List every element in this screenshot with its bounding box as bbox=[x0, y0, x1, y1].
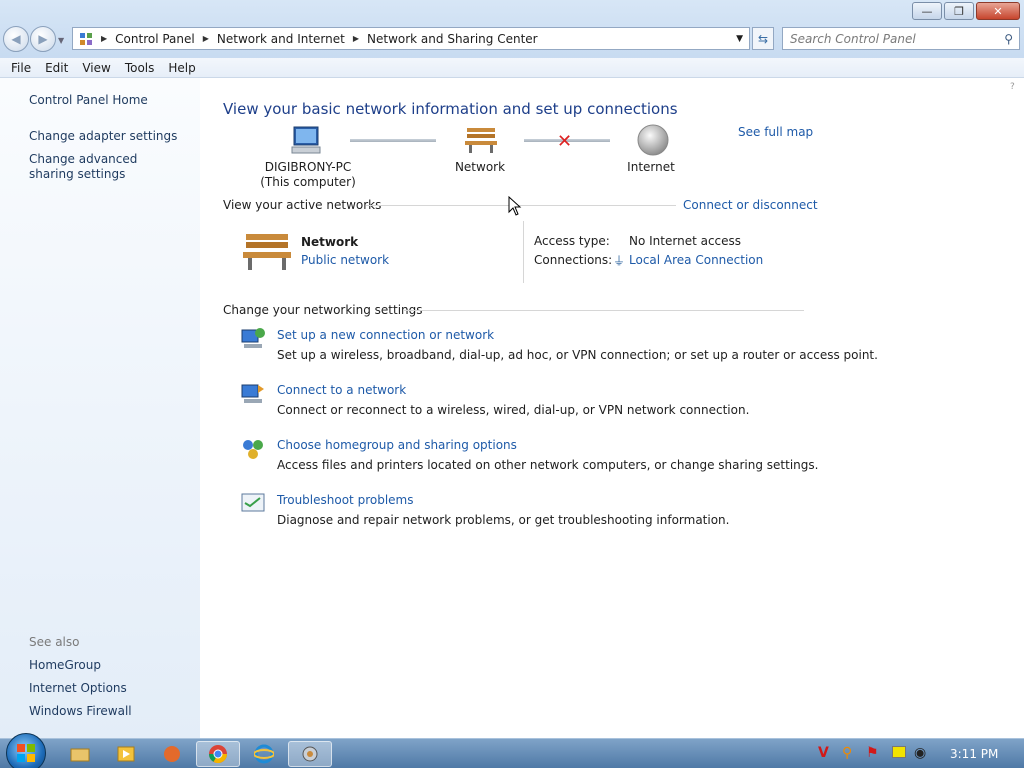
new-connection-icon bbox=[241, 328, 265, 348]
taskbar-app-button[interactable] bbox=[150, 741, 194, 767]
control-panel-icon bbox=[80, 32, 92, 45]
media-player-icon bbox=[117, 746, 135, 762]
taskbar-network-center-button[interactable] bbox=[288, 741, 332, 767]
windows-logo-icon bbox=[17, 744, 35, 762]
navigation-bar: ◀ ▶ ▼ ▶ Control Panel ▶ Network and Inte… bbox=[0, 24, 1024, 54]
no-connection-x-icon[interactable]: ✕ bbox=[557, 131, 572, 152]
back-arrow-icon: ◀ bbox=[11, 32, 21, 46]
window-controls: — ❐ ✕ bbox=[912, 2, 1020, 20]
taskbar-ie-button[interactable] bbox=[242, 741, 286, 767]
vertical-divider bbox=[523, 221, 524, 283]
chrome-icon bbox=[209, 745, 227, 764]
homegroup-icon bbox=[243, 440, 263, 459]
tray-search-icon[interactable]: ⚲ bbox=[842, 745, 852, 761]
troubleshoot-icon bbox=[241, 493, 265, 512]
address-bar[interactable]: ▶ Control Panel ▶ Network and Internet ▶… bbox=[72, 27, 750, 50]
access-type-value: No Internet access bbox=[629, 234, 742, 248]
search-input[interactable]: Search Control Panel ⚲ bbox=[782, 27, 1020, 50]
refresh-icon: ⇆ bbox=[757, 31, 769, 46]
active-network-name: Network bbox=[301, 235, 359, 249]
refresh-button[interactable]: ⇆ bbox=[752, 27, 774, 50]
taskbar: V ⚲ ⚑ ◉ 3:11 PM bbox=[0, 733, 1024, 768]
homegroup-sharing-link[interactable]: Choose homegroup and sharing options bbox=[277, 438, 517, 452]
address-dropdown-icon[interactable]: ▼ bbox=[736, 34, 743, 44]
sidebar-item-change-adapter-settings[interactable]: Change adapter settings bbox=[29, 129, 177, 143]
folder-icon bbox=[70, 748, 90, 762]
local-area-connection-link[interactable]: Local Area Connection bbox=[629, 253, 763, 267]
internet-globe-icon[interactable] bbox=[637, 124, 669, 156]
network-bench-icon[interactable] bbox=[464, 125, 498, 155]
search-placeholder: Search Control Panel bbox=[790, 31, 916, 46]
computer-icon[interactable] bbox=[288, 125, 324, 157]
menu-file[interactable]: File bbox=[4, 61, 38, 75]
active-network-bench-icon bbox=[243, 234, 291, 270]
breadcrumb-separator-icon[interactable]: ▶ bbox=[101, 34, 107, 43]
active-networks-heading: View your active networks bbox=[223, 198, 382, 212]
access-type-label: Access type: bbox=[534, 234, 610, 248]
page-title: View your basic network information and … bbox=[223, 100, 678, 118]
see-full-map-link[interactable]: See full map bbox=[738, 125, 813, 139]
menu-view[interactable]: View bbox=[75, 61, 117, 75]
connection-line bbox=[350, 139, 436, 142]
menu-bar: File Edit View Tools Help bbox=[0, 58, 1024, 78]
connect-to-network-link[interactable]: Connect to a network bbox=[277, 383, 406, 397]
sidebar-item-change-advanced-sharing-settings[interactable]: Change advanced sharing settings bbox=[29, 152, 179, 182]
breadcrumb-network-and-sharing-center[interactable]: Network and Sharing Center bbox=[367, 32, 538, 46]
orange-app-icon bbox=[164, 746, 180, 762]
recent-pages-dropdown[interactable]: ▼ bbox=[58, 36, 68, 45]
troubleshoot-desc: Diagnose and repair network problems, or… bbox=[277, 513, 730, 527]
sidebar-item-windows-firewall[interactable]: Windows Firewall bbox=[29, 704, 132, 718]
taskbar-chrome-button[interactable] bbox=[196, 741, 240, 767]
breadcrumb-separator-icon[interactable]: ▶ bbox=[353, 34, 359, 43]
network-label: Network bbox=[454, 160, 506, 174]
breadcrumb-control-panel[interactable]: Control Panel bbox=[115, 32, 195, 46]
minimize-button[interactable]: — bbox=[912, 2, 942, 20]
back-button[interactable]: ◀ bbox=[3, 26, 29, 52]
change-settings-heading: Change your networking settings bbox=[223, 303, 423, 317]
troubleshoot-link[interactable]: Troubleshoot problems bbox=[277, 493, 413, 507]
homegroup-sharing-desc: Access files and printers located on oth… bbox=[277, 458, 819, 472]
connect-to-network-icon bbox=[241, 384, 264, 403]
close-button[interactable]: ✕ bbox=[976, 2, 1020, 20]
sidebar-item-homegroup[interactable]: HomeGroup bbox=[29, 658, 101, 672]
tray-network-warning-icon[interactable] bbox=[892, 746, 906, 758]
tray-volume-icon[interactable]: ◉ bbox=[914, 745, 926, 761]
divider bbox=[404, 310, 804, 311]
menu-edit[interactable]: Edit bbox=[38, 61, 75, 75]
computer-name-label: DIGIBRONY-PC bbox=[264, 160, 352, 174]
forward-arrow-icon: ▶ bbox=[38, 32, 48, 46]
connect-to-network-desc: Connect or reconnect to a wireless, wire… bbox=[277, 403, 750, 417]
search-icon[interactable]: ⚲ bbox=[1004, 32, 1013, 46]
taskbar-media-player-button[interactable] bbox=[104, 741, 148, 767]
connect-or-disconnect-link[interactable]: Connect or disconnect bbox=[683, 198, 818, 212]
taskbar-explorer-button[interactable] bbox=[58, 741, 102, 767]
internet-label: Internet bbox=[627, 160, 675, 174]
network-center-icon bbox=[302, 746, 318, 762]
taskbar-clock[interactable]: 3:11 PM bbox=[950, 747, 998, 761]
mouse-cursor-icon bbox=[508, 196, 522, 216]
computer-sub-label: (This computer) bbox=[260, 175, 356, 189]
sidebar-item-internet-options[interactable]: Internet Options bbox=[29, 681, 127, 695]
setup-new-connection-link[interactable]: Set up a new connection or network bbox=[277, 328, 494, 342]
breadcrumb-separator-icon[interactable]: ▶ bbox=[203, 34, 209, 43]
menu-help[interactable]: Help bbox=[161, 61, 202, 75]
network-type-link[interactable]: Public network bbox=[301, 253, 389, 267]
forward-button[interactable]: ▶ bbox=[30, 26, 56, 52]
menu-tools[interactable]: Tools bbox=[118, 61, 162, 75]
ethernet-plug-icon: ⏚ bbox=[613, 254, 626, 268]
setup-new-connection-desc: Set up a wireless, broadband, dial-up, a… bbox=[277, 348, 878, 362]
see-also-heading: See also bbox=[29, 635, 80, 649]
sidebar: Control Panel Home Change adapter settin… bbox=[0, 78, 200, 738]
tray-flag-icon[interactable]: ⚑ bbox=[866, 745, 879, 761]
tray-v-icon[interactable]: V bbox=[818, 745, 829, 761]
internet-explorer-icon bbox=[254, 744, 274, 764]
breadcrumb-network-and-internet[interactable]: Network and Internet bbox=[217, 32, 345, 46]
main-content: ? View your basic network information an… bbox=[200, 78, 1024, 738]
window-chrome: — ❐ ✕ ◀ ▶ ▼ ▶ Control Panel ▶ Network an… bbox=[0, 0, 1024, 78]
restore-button[interactable]: ❐ bbox=[944, 2, 974, 20]
start-button[interactable] bbox=[6, 733, 46, 768]
connections-label: Connections: bbox=[534, 253, 613, 267]
help-icon[interactable]: ? bbox=[1010, 82, 1020, 92]
sidebar-item-control-panel-home[interactable]: Control Panel Home bbox=[29, 93, 148, 107]
